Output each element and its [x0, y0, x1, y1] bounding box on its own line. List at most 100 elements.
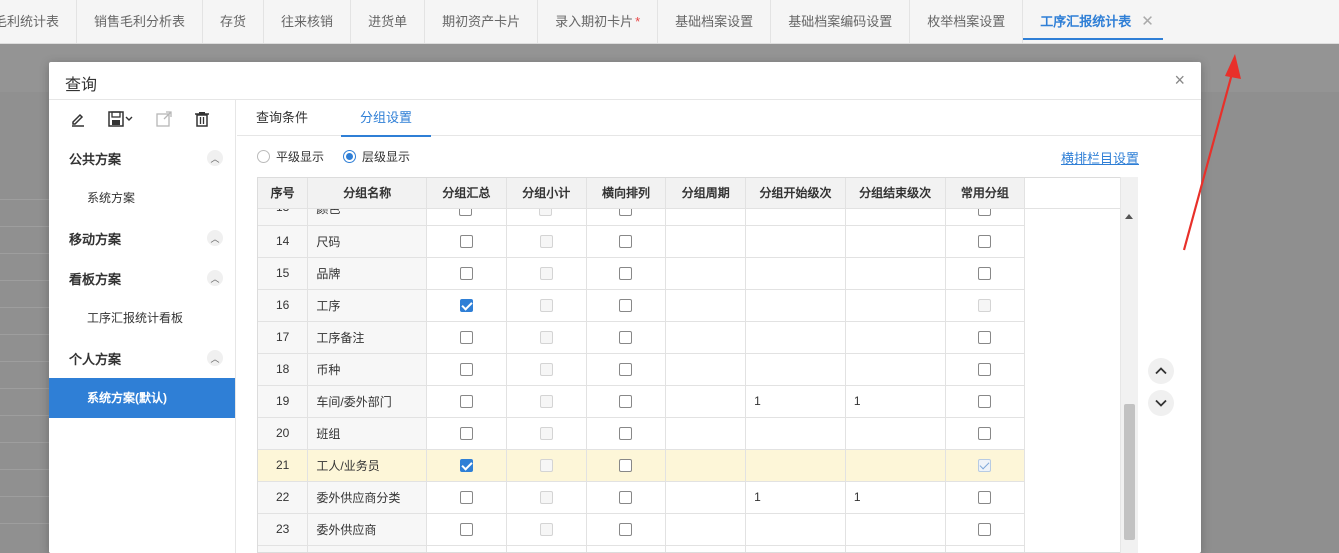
- scroll-thumb[interactable]: [1124, 404, 1135, 540]
- save-icon[interactable]: [107, 110, 135, 128]
- tab-group-settings[interactable]: 分组设置: [341, 100, 432, 137]
- end-level-cell[interactable]: [845, 321, 946, 354]
- tab-enum-archive-settings[interactable]: 枚举档案设置: [910, 0, 1024, 43]
- common-group-checkbox[interactable]: [978, 331, 992, 345]
- horizontal-checkbox[interactable]: [619, 267, 633, 281]
- group-total-checkbox[interactable]: [459, 523, 473, 537]
- table-row-selected[interactable]: 21 工人/业务员: [258, 449, 1137, 482]
- table-row[interactable]: 23 委外供应商: [258, 513, 1137, 546]
- horizontal-checkbox[interactable]: [619, 459, 633, 473]
- start-level-cell[interactable]: [745, 417, 846, 450]
- end-level-cell[interactable]: [845, 225, 946, 258]
- end-level-cell[interactable]: [845, 513, 946, 546]
- end-level-cell[interactable]: 1: [845, 481, 946, 514]
- common-group-checkbox[interactable]: [978, 523, 992, 537]
- table-row[interactable]: 14 尺码: [258, 225, 1137, 258]
- group-total-checkbox[interactable]: [459, 299, 473, 313]
- common-group-checkbox[interactable]: [978, 267, 992, 281]
- common-group-checkbox[interactable]: [978, 491, 992, 505]
- group-period-cell[interactable]: [665, 481, 747, 514]
- scroll-up-icon[interactable]: [1125, 214, 1133, 219]
- horizontal-checkbox[interactable]: [619, 395, 633, 409]
- start-level-cell[interactable]: 1: [745, 385, 846, 418]
- table-row[interactable]: [258, 545, 1137, 552]
- end-level-cell[interactable]: 1: [845, 385, 946, 418]
- move-down-icon[interactable]: [1148, 390, 1174, 416]
- radio-tree-display[interactable]: 层级显示: [343, 148, 410, 165]
- start-level-cell[interactable]: [745, 449, 846, 482]
- group-total-checkbox[interactable]: [459, 331, 473, 345]
- table-row[interactable]: 18 币种: [258, 353, 1137, 386]
- group-period-cell[interactable]: [665, 225, 747, 258]
- common-group-checkbox[interactable]: [978, 363, 992, 377]
- tab-inventory[interactable]: 存货: [203, 0, 265, 43]
- end-level-cell[interactable]: [845, 353, 946, 386]
- start-level-cell[interactable]: [745, 321, 846, 354]
- group-period-cell[interactable]: [665, 385, 747, 418]
- scheme-group-public[interactable]: 公共方案 ︿: [49, 138, 235, 178]
- chevron-up-icon[interactable]: ︿: [207, 230, 223, 246]
- table-row[interactable]: 16 工序: [258, 289, 1137, 322]
- group-period-cell[interactable]: [665, 257, 747, 290]
- scheme-item-system-default[interactable]: 系统方案(默认): [49, 378, 235, 418]
- start-level-cell[interactable]: [745, 353, 846, 386]
- table-row[interactable]: 19 车间/委外部门 1 1: [258, 385, 1137, 418]
- horizontal-checkbox[interactable]: [619, 491, 633, 505]
- horizontal-checkbox[interactable]: [619, 427, 633, 441]
- table-row[interactable]: 17 工序备注: [258, 321, 1137, 354]
- group-total-checkbox[interactable]: [459, 208, 473, 216]
- chevron-up-icon[interactable]: ︿: [207, 150, 223, 166]
- group-total-checkbox[interactable]: [459, 235, 473, 249]
- horizontal-checkbox[interactable]: [619, 363, 633, 377]
- horizontal-checkbox[interactable]: [619, 235, 633, 249]
- tab-archive-code-settings[interactable]: 基础档案编码设置: [771, 0, 911, 43]
- delete-icon[interactable]: [193, 110, 211, 128]
- group-total-checkbox[interactable]: [459, 267, 473, 281]
- edit-icon[interactable]: [69, 110, 87, 128]
- common-group-checkbox[interactable]: [978, 427, 992, 441]
- scheme-item-system[interactable]: 系统方案: [49, 178, 235, 218]
- group-total-checkbox[interactable]: [459, 427, 473, 441]
- horizontal-checkbox[interactable]: [619, 331, 633, 345]
- common-group-checkbox[interactable]: [978, 235, 992, 249]
- horizontal-column-settings-link[interactable]: 横排栏目设置: [1061, 148, 1139, 167]
- scheme-group-mobile[interactable]: 移动方案 ︿: [49, 218, 235, 258]
- group-total-checkbox[interactable]: [459, 459, 473, 473]
- start-level-cell[interactable]: [745, 289, 846, 322]
- scheme-group-personal[interactable]: 个人方案 ︿: [49, 338, 235, 378]
- tab-process-report-stat[interactable]: 工序汇报统计表 ✕: [1023, 0, 1171, 43]
- group-total-checkbox[interactable]: [459, 395, 473, 409]
- chevron-up-icon[interactable]: ︿: [207, 350, 223, 366]
- tab-purchase-order[interactable]: 进货单: [351, 0, 426, 43]
- group-period-cell[interactable]: [665, 289, 747, 322]
- end-level-cell[interactable]: [845, 289, 946, 322]
- end-level-cell[interactable]: [845, 417, 946, 450]
- end-level-cell[interactable]: [845, 257, 946, 290]
- group-total-checkbox[interactable]: [459, 363, 473, 377]
- start-level-cell[interactable]: [745, 225, 846, 258]
- table-row[interactable]: 22 委外供应商分类 1 1: [258, 481, 1137, 514]
- table-row[interactable]: 15 品牌: [258, 257, 1137, 290]
- close-icon[interactable]: ×: [1174, 70, 1185, 91]
- radio-flat-display[interactable]: 平级显示: [257, 148, 324, 165]
- tab-query-conditions[interactable]: 查询条件: [256, 100, 308, 136]
- group-period-cell[interactable]: [665, 321, 747, 354]
- start-level-cell[interactable]: [745, 513, 846, 546]
- group-total-checkbox[interactable]: [459, 491, 473, 505]
- group-period-cell[interactable]: [665, 353, 747, 386]
- tab-gross-profit-stat[interactable]: 毛利统计表: [0, 0, 78, 43]
- scheme-group-dashboard[interactable]: 看板方案 ︿: [49, 258, 235, 298]
- tab-basic-archive-settings[interactable]: 基础档案设置: [658, 0, 772, 43]
- group-period-cell[interactable]: [665, 449, 747, 482]
- horizontal-checkbox[interactable]: [618, 208, 632, 216]
- group-period-cell[interactable]: [665, 417, 747, 450]
- scheme-item-process-dashboard[interactable]: 工序汇报统计看板: [49, 298, 235, 338]
- start-level-cell[interactable]: 1: [745, 481, 846, 514]
- move-up-icon[interactable]: [1148, 358, 1174, 384]
- horizontal-checkbox[interactable]: [619, 523, 633, 537]
- chevron-up-icon[interactable]: ︿: [207, 270, 223, 286]
- end-level-cell[interactable]: [845, 449, 946, 482]
- tab-enter-opening-card[interactable]: 录入期初卡片 *: [538, 0, 659, 43]
- start-level-cell[interactable]: [745, 257, 846, 290]
- common-group-checkbox[interactable]: [978, 395, 992, 409]
